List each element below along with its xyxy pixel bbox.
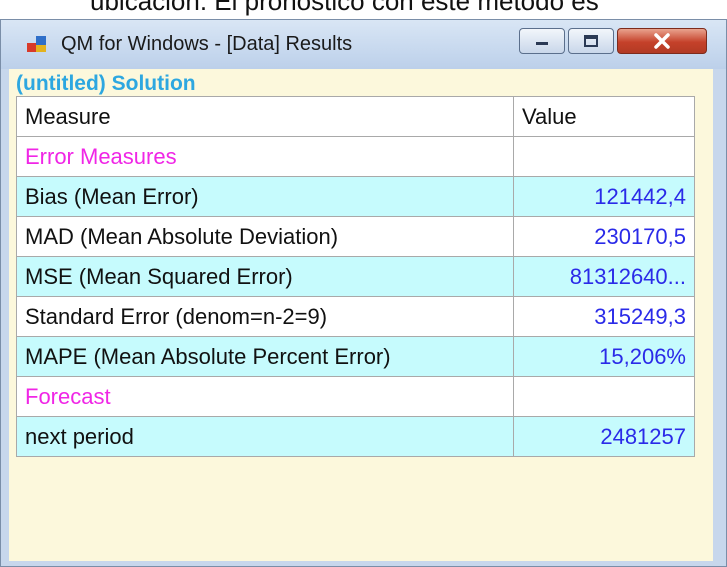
maximize-icon <box>584 35 598 47</box>
measure-cell[interactable]: MSE (Mean Squared Error) <box>16 256 514 297</box>
table-row[interactable]: next period 2481257 <box>16 416 695 457</box>
maximize-button[interactable] <box>568 28 614 54</box>
results-window: QM for Windows - [Data] Results (untitle… <box>0 19 727 567</box>
table-row[interactable]: MAD (Mean Absolute Deviation) 230170,5 <box>16 216 695 257</box>
measure-cell[interactable]: Forecast <box>16 376 514 417</box>
qm-app-icon <box>27 36 46 52</box>
value-cell[interactable]: 230170,5 <box>513 216 695 257</box>
value-cell[interactable]: 2481257 <box>513 416 695 457</box>
results-panel: (untitled) Solution Measure Value Error … <box>9 69 713 561</box>
value-cell[interactable] <box>513 376 695 417</box>
table-row[interactable]: Forecast <box>16 376 695 417</box>
column-header-measure[interactable]: Measure <box>16 96 514 137</box>
table-row[interactable]: MAPE (Mean Absolute Percent Error) 15,20… <box>16 336 695 377</box>
measure-cell[interactable]: Standard Error (denom=n-2=9) <box>16 296 514 337</box>
close-button[interactable] <box>617 28 707 54</box>
value-cell[interactable]: 81312640... <box>513 256 695 297</box>
window-title: QM for Windows - [Data] Results <box>61 33 353 55</box>
measure-cell[interactable]: MAD (Mean Absolute Deviation) <box>16 216 514 257</box>
table-header-row: Measure Value <box>16 96 695 137</box>
measure-cell[interactable]: Bias (Mean Error) <box>16 176 514 217</box>
minimize-icon <box>536 42 548 45</box>
value-cell[interactable]: 121442,4 <box>513 176 695 217</box>
measure-cell[interactable]: MAPE (Mean Absolute Percent Error) <box>16 336 514 377</box>
results-table: Measure Value Error Measures Bias (Mean … <box>16 96 695 457</box>
close-icon <box>654 33 670 49</box>
solution-title: (untitled) Solution <box>16 72 196 95</box>
table-row[interactable]: Bias (Mean Error) 121442,4 <box>16 176 695 217</box>
column-header-value[interactable]: Value <box>513 96 695 137</box>
value-cell[interactable] <box>513 136 695 177</box>
table-row[interactable]: MSE (Mean Squared Error) 81312640... <box>16 256 695 297</box>
title-bar[interactable]: QM for Windows - [Data] Results <box>1 20 726 69</box>
value-cell[interactable]: 15,206% <box>513 336 695 377</box>
table-row[interactable]: Standard Error (denom=n-2=9) 315249,3 <box>16 296 695 337</box>
document-background-text: ubicación. El pronóstico con este método… <box>90 0 599 16</box>
table-row[interactable]: Error Measures <box>16 136 695 177</box>
value-cell[interactable]: 315249,3 <box>513 296 695 337</box>
measure-cell[interactable]: next period <box>16 416 514 457</box>
minimize-button[interactable] <box>519 28 565 54</box>
measure-cell[interactable]: Error Measures <box>16 136 514 177</box>
